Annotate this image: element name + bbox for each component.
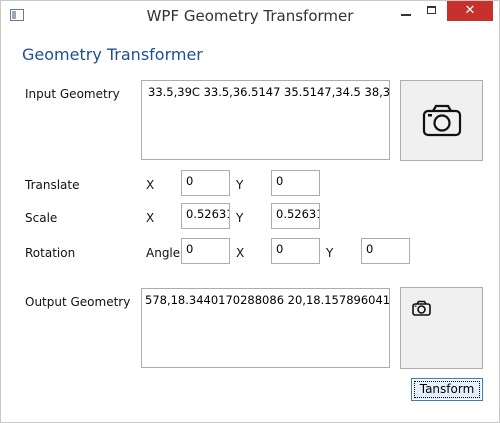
scale-x-label: X	[146, 211, 155, 225]
transform-button[interactable]: Tansform	[411, 378, 483, 401]
translate-y-input[interactable]: 0	[271, 170, 320, 196]
translate-label: Translate	[25, 178, 80, 192]
scale-x-input[interactable]: 0.52631	[181, 203, 230, 229]
page-title: Geometry Transformer	[22, 45, 203, 64]
scale-label: Scale	[25, 211, 58, 225]
camera-icon	[422, 104, 462, 137]
rotation-angle-input[interactable]: 0	[181, 238, 230, 264]
minimize-icon	[401, 14, 411, 16]
scale-y-input[interactable]: 0.52631	[271, 203, 320, 229]
focus-rectangle	[414, 381, 480, 398]
minimize-button[interactable]	[393, 1, 419, 21]
rotation-x-input[interactable]: 0	[271, 238, 320, 264]
maximize-button[interactable]	[419, 1, 445, 21]
close-icon: ✕	[464, 3, 476, 18]
maximize-icon	[427, 6, 436, 14]
output-geometry-field[interactable]: 578,18.3440170288086 20,18.1578960418701…	[141, 288, 390, 368]
output-preview-button[interactable]	[400, 287, 483, 369]
scale-y-label: Y	[236, 211, 244, 225]
rotation-y-input[interactable]: 0	[361, 238, 410, 264]
input-geometry-field[interactable]: 33.5,39C 33.5,36.5147 35.5147,34.5 38,34…	[141, 80, 390, 160]
input-preview-button[interactable]	[400, 80, 483, 161]
output-geometry-label: Output Geometry	[25, 295, 131, 309]
app-window: WPF Geometry Transformer ✕ Geometry Tran…	[0, 0, 500, 423]
rotation-y-label: Y	[326, 246, 334, 260]
rotation-angle-label: Angle	[146, 246, 181, 260]
translate-y-label: Y	[236, 178, 244, 192]
title-bar[interactable]: WPF Geometry Transformer ✕	[1, 1, 499, 31]
translate-x-input[interactable]: 0	[181, 170, 230, 196]
translate-x-label: X	[146, 178, 155, 192]
rotation-x-label: X	[236, 246, 245, 260]
rotation-label: Rotation	[25, 246, 76, 260]
camera-icon-small	[412, 300, 431, 316]
close-button[interactable]: ✕	[447, 1, 493, 21]
input-geometry-label: Input Geometry	[25, 87, 120, 101]
